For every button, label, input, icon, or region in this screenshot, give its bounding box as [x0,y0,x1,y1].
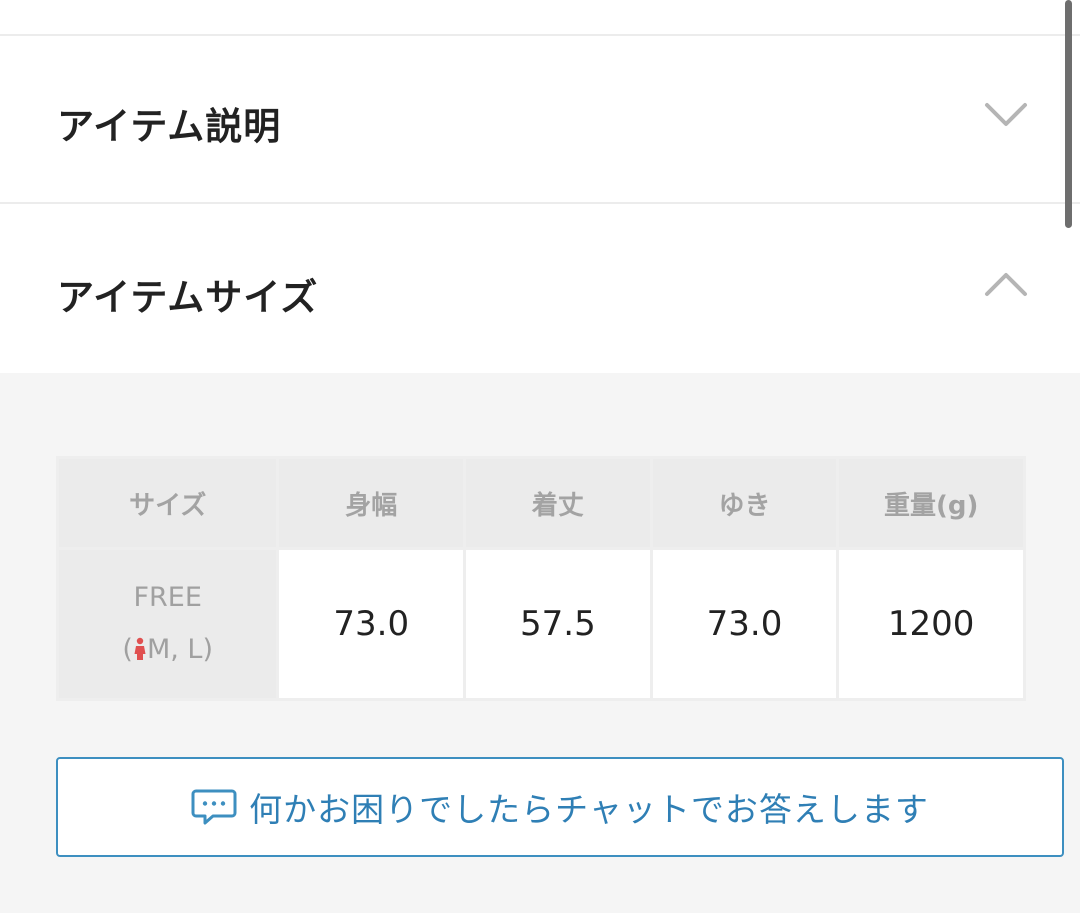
accordion-item-size[interactable]: アイテムサイズ [0,205,1080,373]
paren-close: ) [202,634,214,665]
table-header-row: サイズ 身幅 着丈 ゆき 重量(g) [59,459,1023,547]
top-strip [0,0,1080,36]
chevron-down-icon [985,103,1027,126]
chat-button-label: 何かお困りでしたらチャットでお答えします [249,790,929,829]
table-row: FREE ( M, L) 73.0 57.5 73.0 1200 [59,550,1023,698]
value-weight: 1200 [839,550,1023,698]
chat-bubble-icon [191,789,237,825]
size-recommendation: ( M, L) [59,624,276,676]
size-name: FREE [133,582,202,613]
scrollbar-thumb[interactable] [1065,0,1072,228]
accordion-item-description[interactable]: アイテム説明 [0,36,1080,204]
accordion-title: アイテムサイズ [57,276,319,319]
value-sleeve: 73.0 [652,550,837,698]
value-body-width: 73.0 [279,550,464,698]
size-sub-text: M, L [146,634,203,665]
chat-support-button[interactable]: 何かお困りでしたらチャットでお答えします [56,757,1064,857]
value-length: 57.5 [466,550,650,698]
column-header-weight: 重量(g) [839,459,1023,547]
page: アイテム説明 アイテムサイズ サイズ 身幅 着丈 ゆき 重量(g) FREE (… [0,0,1080,913]
size-panel: サイズ 身幅 着丈 ゆき 重量(g) FREE ( M, L) 73.0 57.… [0,373,1080,913]
column-header-length: 着丈 [466,459,650,547]
accordion-title: アイテム説明 [57,105,282,148]
size-table: サイズ 身幅 着丈 ゆき 重量(g) FREE ( M, L) 73.0 57.… [56,456,1026,701]
paren-open: ( [122,634,133,665]
column-header-size: サイズ [59,459,277,547]
column-header-body-width: 身幅 [279,459,464,547]
person-icon [134,637,146,660]
size-cell: FREE ( M, L) [59,550,277,698]
column-header-sleeve: ゆき [652,459,837,547]
chevron-up-icon [985,273,1027,296]
